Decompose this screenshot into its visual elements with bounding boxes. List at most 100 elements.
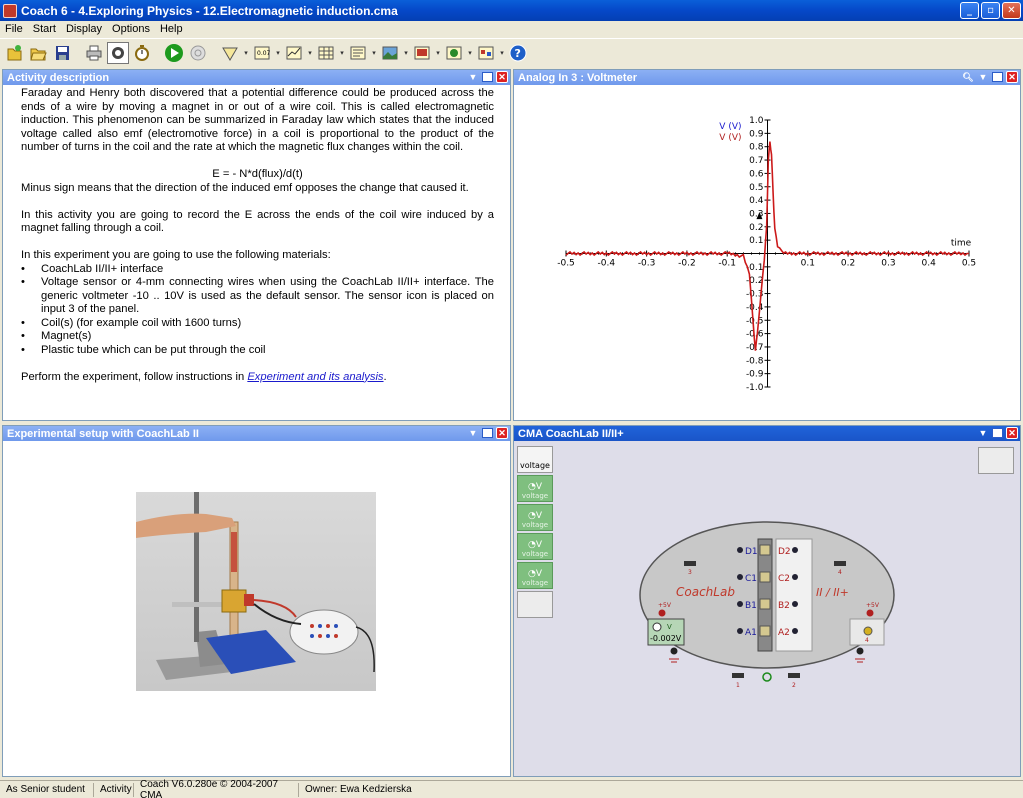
coachlab-panel-header[interactable]: CMA CoachLab II/II+ ▼ ✕	[514, 426, 1020, 441]
materials-list: CoachLab II/II+ interface Voltage sensor…	[21, 263, 494, 358]
maximize-panel-icon[interactable]	[992, 428, 1003, 438]
graph-panel: Analog In 3 : Voltmeter 🔍︎ ▼ ✕ -0.5 -0.4 -…	[513, 69, 1021, 421]
title-bar: Coach 6 - 4.Exploring Physics - 12.Elect…	[0, 0, 1023, 21]
activity-panel-header[interactable]: Activity description ▼ ✕	[3, 70, 510, 85]
y-tick-label: 0.1	[749, 236, 763, 246]
list-item: Coil(s) (for example coil with 1600 turn…	[21, 317, 494, 331]
close-panel-icon[interactable]: ✕	[1006, 427, 1018, 439]
open-icon[interactable]	[27, 42, 49, 64]
legend-label: V (V)	[719, 122, 741, 132]
setup-panel: Experimental setup with CoachLab II ▼ ✕	[2, 425, 511, 777]
a2-label: A2	[778, 628, 790, 638]
text-icon[interactable]	[347, 42, 369, 64]
chevron-down-icon[interactable]: ▼	[467, 427, 479, 439]
voltage-reading: -0.002V	[650, 634, 682, 643]
list-item: Magnet(s)	[21, 330, 494, 344]
x-tick-label: 0.2	[841, 259, 855, 269]
close-panel-icon[interactable]: ✕	[1006, 71, 1018, 83]
close-panel-icon[interactable]: ✕	[496, 71, 508, 83]
menu-bar: File Start Display Options Help	[0, 21, 1023, 36]
chevron-down-icon[interactable]: ▼	[977, 427, 989, 439]
y-tick-label: -0.2	[746, 276, 764, 286]
x-tick-label: 0.4	[922, 259, 937, 269]
y-tick-label: 0.4	[749, 196, 764, 206]
y-tick-label: -0.4	[746, 303, 764, 313]
x-tick-label: 0.1	[801, 259, 815, 269]
input-4-label: 4	[865, 637, 869, 644]
graph-panel-title: Analog In 3 : Voltmeter	[518, 71, 637, 84]
graph-panel-header[interactable]: Analog In 3 : Voltmeter 🔍︎ ▼ ✕	[514, 70, 1020, 85]
start-icon[interactable]	[163, 42, 185, 64]
c1-label: C1	[745, 574, 757, 584]
close-button[interactable]: ✕	[1002, 2, 1021, 19]
input-2-label: 2	[792, 682, 796, 689]
setup-illustration	[136, 492, 375, 680]
menu-options[interactable]: Options	[107, 23, 155, 35]
x-tick-label: -0.1	[718, 259, 736, 269]
meter-icon[interactable]	[219, 42, 241, 64]
input-1-label: 1	[736, 682, 740, 689]
instructions-paragraph: Perform the experiment, follow instructi…	[21, 371, 494, 385]
print-icon[interactable]	[83, 42, 105, 64]
description-paragraph: Minus sign means that the direction of t…	[21, 181, 469, 194]
y-tick-label: -0.5	[746, 316, 764, 326]
activity-panel-title: Activity description	[7, 71, 110, 84]
x-tick-label: -0.2	[678, 259, 696, 269]
instructions-text: Perform the experiment, follow instructi…	[21, 370, 248, 383]
save-icon[interactable]	[51, 42, 73, 64]
x-tick-label: -0.4	[598, 259, 616, 269]
sensor-icon[interactable]	[107, 41, 129, 64]
y-tick-label: 0.5	[749, 183, 763, 193]
chevron-down-icon[interactable]: ▼	[977, 71, 989, 83]
b1-label: B1	[745, 601, 757, 611]
list-item: CoachLab II/II+ interface	[21, 263, 494, 277]
menu-file[interactable]: File	[0, 23, 28, 35]
experiment-analysis-link[interactable]: Experiment and its analysis	[247, 371, 383, 383]
image-icon[interactable]	[379, 42, 401, 64]
close-panel-icon[interactable]: ✕	[496, 427, 508, 439]
menu-start[interactable]: Start	[28, 23, 61, 35]
y-tick-label: 0.9	[749, 129, 764, 139]
simulation-icon[interactable]	[443, 42, 465, 64]
minimize-button[interactable]: _	[960, 2, 979, 19]
new-icon[interactable]	[3, 42, 25, 64]
maximize-panel-icon[interactable]	[482, 428, 493, 438]
x-tick-label: 0.5	[962, 259, 976, 269]
coachlab-logo: CoachLab	[676, 585, 735, 599]
diagram-icon[interactable]	[475, 42, 497, 64]
status-user: As Senior student	[0, 782, 94, 797]
setup-panel-header[interactable]: Experimental setup with CoachLab II ▼ ✕	[3, 426, 510, 441]
status-owner: Owner: Ewa Kedzierska	[305, 784, 412, 795]
menu-display[interactable]: Display	[61, 23, 107, 35]
value-icon[interactable]: 0.07	[251, 42, 273, 64]
window-title: Coach 6 - 4.Exploring Physics - 12.Elect…	[21, 3, 398, 18]
y-tick-label: -0.8	[746, 356, 764, 366]
y-tick-label: 0.8	[749, 143, 764, 153]
menu-help[interactable]: Help	[155, 23, 188, 35]
stop-icon[interactable]	[187, 42, 209, 64]
chevron-down-icon[interactable]: ▼	[467, 71, 479, 83]
y-tick-label: 0.6	[749, 169, 764, 179]
description-paragraph: In this experiment you are going to use …	[21, 249, 331, 261]
voltage-time-graph[interactable]: -0.5 -0.4 -0.3 -0.2 -0.1 0.1 0.2 0.3 0.4 0.5 1.0 0.…	[514, 85, 1020, 420]
y-tick-label: -1.0	[746, 383, 764, 393]
y-tick-label: 0.7	[749, 156, 763, 166]
table-icon[interactable]	[315, 42, 337, 64]
zoom-icon[interactable]: 🔍︎	[962, 71, 974, 83]
list-item: Voltage sensor or 4-mm connecting wires …	[21, 276, 494, 317]
reading-unit: V	[667, 623, 672, 631]
timer-icon[interactable]	[131, 42, 153, 64]
y-tick-label: 1.0	[749, 116, 764, 126]
maximize-panel-icon[interactable]	[482, 72, 493, 82]
maximize-button[interactable]: ▫	[981, 2, 1000, 19]
y-tick-label: -0.9	[746, 370, 764, 380]
graph-icon[interactable]	[283, 42, 305, 64]
setup-panel-title: Experimental setup with CoachLab II	[7, 427, 199, 440]
a1-label: A1	[745, 628, 757, 638]
video-icon[interactable]	[411, 42, 433, 64]
setup-photo	[136, 492, 376, 691]
maximize-panel-icon[interactable]	[992, 72, 1003, 82]
svg-text:?: ?	[515, 47, 521, 60]
help-icon[interactable]: ?	[507, 42, 529, 64]
activity-text: Faraday and Henry both discovered that a…	[3, 85, 510, 384]
